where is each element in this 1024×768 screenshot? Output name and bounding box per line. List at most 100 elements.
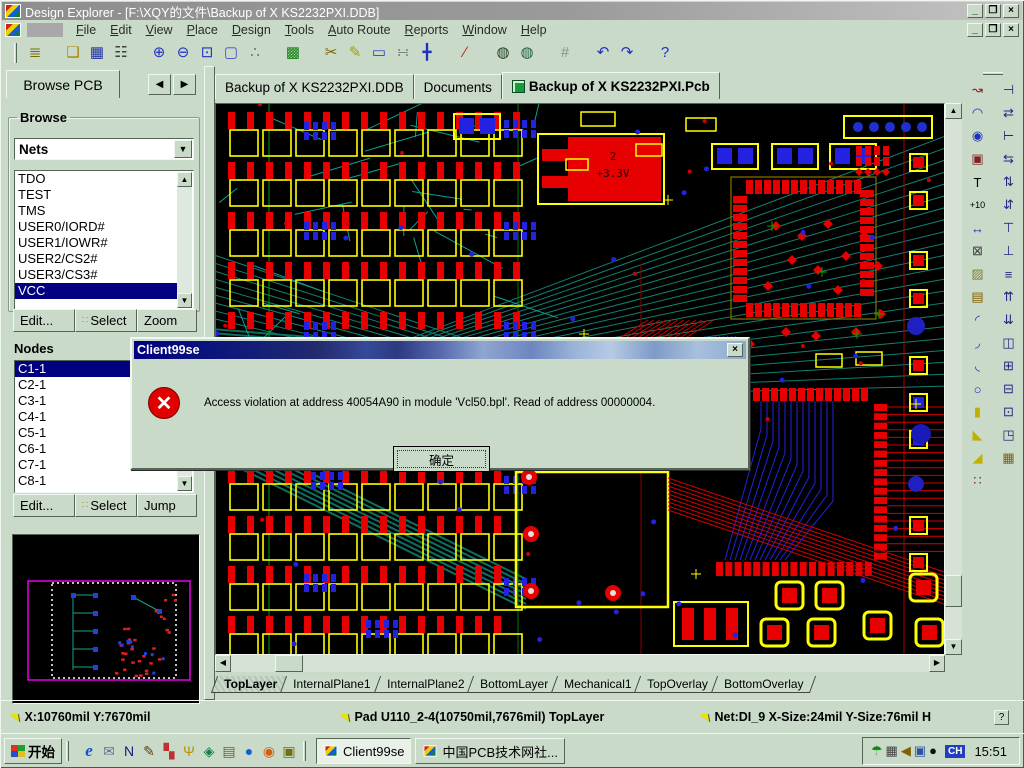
layer-tab-toplayer[interactable]: TopLayer bbox=[211, 676, 290, 693]
document-tab-backup-of-x-ks2232pxi-pcb[interactable]: Backup of X KS2232PXI.Pcb bbox=[502, 72, 720, 99]
task-button--pcb-[interactable]: 中国PCB技术网社... bbox=[415, 738, 565, 764]
start-button[interactable]: 开始 bbox=[4, 738, 62, 764]
scroll-down-icon[interactable]: ▼ bbox=[177, 293, 192, 308]
align-right-icon[interactable]: ⊢ bbox=[998, 127, 1020, 145]
layer-tab-bottomoverlay[interactable]: BottomOverlay bbox=[711, 676, 817, 693]
layer-tab-internalplane2[interactable]: InternalPlane2 bbox=[373, 676, 477, 693]
net-item[interactable]: TMS bbox=[15, 203, 177, 219]
align-bottom-icon[interactable]: ⊥ bbox=[998, 242, 1020, 260]
antivirus-umbrella-icon[interactable]: ☂ bbox=[871, 743, 883, 758]
panel-scroll-right-button[interactable]: ▶ bbox=[173, 74, 196, 95]
arrange-outside-icon[interactable]: ⊞ bbox=[998, 357, 1020, 375]
layer-tab-mechanical1[interactable]: Mechanical1 bbox=[551, 676, 645, 693]
via-icon[interactable]: ◉ bbox=[967, 127, 989, 145]
align-to-grid-icon[interactable]: ◳ bbox=[998, 426, 1020, 444]
paint-icon[interactable]: ▚ bbox=[159, 740, 179, 762]
menu-design[interactable]: Design bbox=[225, 22, 278, 38]
select-area-icon[interactable]: ▭ bbox=[367, 41, 391, 63]
anchor-tool-icon[interactable]: Ψ bbox=[179, 740, 199, 762]
pad-icon[interactable]: ▣ bbox=[967, 150, 989, 168]
scheduler-icon[interactable]: ▣ bbox=[279, 740, 299, 762]
center-vertical-icon[interactable]: ≡ bbox=[998, 265, 1020, 283]
input-language-indicator[interactable]: CH bbox=[945, 745, 965, 758]
net-item[interactable]: USER0/IORD# bbox=[15, 219, 177, 235]
restore-button[interactable]: ❐ bbox=[985, 4, 1001, 18]
menu-tools[interactable]: Tools bbox=[278, 22, 321, 38]
nets-zoom-button[interactable]: Zoom bbox=[137, 309, 197, 332]
scroll-left-icon[interactable]: ◀ bbox=[215, 655, 231, 672]
netscape-icon[interactable]: N bbox=[119, 740, 139, 762]
fill-icon[interactable]: ▨ bbox=[967, 265, 989, 283]
menu-place[interactable]: Place bbox=[180, 22, 225, 38]
child-minimize-button[interactable]: _ bbox=[967, 23, 983, 37]
document-icon[interactable] bbox=[5, 23, 21, 37]
chevron-down-icon[interactable]: ▼ bbox=[174, 140, 192, 158]
arrange-components-icon[interactable]: ◫ bbox=[998, 334, 1020, 352]
pad-array-icon[interactable]: ∷ bbox=[967, 472, 989, 490]
volume-icon[interactable]: ◀ bbox=[901, 743, 911, 758]
increase-spacing-icon[interactable]: ⇈ bbox=[998, 288, 1020, 306]
nodes-jump-button[interactable]: Jump bbox=[137, 494, 197, 517]
document-tree-icon[interactable]: ≣ bbox=[23, 41, 47, 63]
nodes-edit-button[interactable]: Edit... bbox=[13, 494, 75, 517]
journal-icon[interactable]: ✎ bbox=[139, 740, 159, 762]
placement-wizard-icon[interactable]: ▦ bbox=[998, 449, 1020, 467]
align-top-icon[interactable]: ⊤ bbox=[998, 219, 1020, 237]
polygon-plane-icon[interactable]: ◣ bbox=[967, 426, 989, 444]
arc-any-angle-icon[interactable]: ◟ bbox=[967, 357, 989, 375]
menu-edit[interactable]: Edit bbox=[103, 22, 139, 38]
dimension-icon[interactable]: ↔ bbox=[967, 219, 989, 237]
menu-help[interactable]: Help bbox=[514, 22, 554, 38]
knife-icon[interactable]: ✂ bbox=[319, 41, 343, 63]
save-icon[interactable]: ▦ bbox=[85, 41, 109, 63]
close-button[interactable]: × bbox=[1003, 4, 1019, 18]
world-icon[interactable]: ◈ bbox=[199, 740, 219, 762]
keyboard-icon[interactable]: ▤ bbox=[219, 740, 239, 762]
move-object-icon[interactable]: ╋ bbox=[415, 41, 439, 63]
net-item[interactable]: USER2/CS2# bbox=[15, 251, 177, 267]
toolbar-grab-handle[interactable] bbox=[983, 72, 1003, 75]
canvas-horizontal-scrollbar[interactable]: ◀ ▶ bbox=[215, 655, 945, 672]
net-item[interactable]: VCC bbox=[15, 283, 177, 299]
minimize-button[interactable]: _ bbox=[967, 4, 983, 18]
layer-tab-internalplane1[interactable]: InternalPlane1 bbox=[280, 676, 384, 693]
ok-button[interactable]: 确定 bbox=[393, 446, 490, 472]
net-item[interactable]: TDO bbox=[15, 171, 177, 187]
grid-toggle-icon[interactable]: # bbox=[553, 42, 577, 64]
zoom-out-icon[interactable]: ⊖ bbox=[171, 41, 195, 63]
browse-mode-combobox[interactable]: Nets ▼ bbox=[14, 138, 194, 160]
wizard-pen-icon[interactable]: ∕ bbox=[453, 42, 477, 64]
arc-3point-icon[interactable]: ◞ bbox=[967, 334, 989, 352]
layer-tab-bottomlayer[interactable]: BottomLayer bbox=[467, 676, 561, 693]
internet-explorer-icon[interactable]: e bbox=[79, 740, 99, 762]
toolbar-grab-handle[interactable] bbox=[14, 43, 17, 63]
board-preview-panel[interactable] bbox=[12, 534, 200, 704]
decrease-spacing-icon[interactable]: ⇊ bbox=[998, 311, 1020, 329]
three-d-view-alt-icon[interactable]: ◍ bbox=[515, 41, 539, 63]
error-dialog-title-bar[interactable]: Client99se × bbox=[134, 341, 746, 359]
scroll-right-icon[interactable]: ▶ bbox=[929, 655, 945, 672]
layer-tab-topoverlay[interactable]: TopOverlay bbox=[634, 676, 721, 693]
zoom-point-icon[interactable]: ∴ bbox=[243, 41, 267, 63]
interactive-track-icon[interactable]: ↝ bbox=[967, 81, 989, 99]
board-view-icon[interactable]: ▩ bbox=[281, 41, 305, 63]
scroll-up-icon[interactable]: ▲ bbox=[177, 172, 192, 187]
undo-icon[interactable]: ↶ bbox=[591, 41, 615, 63]
zoom-in-icon[interactable]: ⊕ bbox=[147, 41, 171, 63]
nodes-select-button[interactable]: ∷Select bbox=[75, 494, 137, 517]
child-close-button[interactable]: × bbox=[1003, 23, 1019, 37]
print-icon[interactable]: ☷ bbox=[109, 41, 133, 63]
network-icon[interactable]: ▣ bbox=[914, 743, 926, 758]
shuffle-vertical-icon[interactable]: ⇵ bbox=[998, 196, 1020, 214]
title-bar[interactable]: Design Explorer - [F:\XQY的文件\Backup of X… bbox=[2, 2, 1022, 20]
coordinate-icon[interactable]: +10 bbox=[967, 196, 989, 214]
panel-scroll-left-button[interactable]: ◀ bbox=[148, 74, 171, 95]
media-player-icon[interactable]: ◉ bbox=[259, 740, 279, 762]
zoom-document-icon[interactable]: ⊡ bbox=[195, 41, 219, 63]
arc-center-icon[interactable]: ◜ bbox=[967, 311, 989, 329]
space-vertical-icon[interactable]: ⇅ bbox=[998, 173, 1020, 191]
nets-edit-button[interactable]: Edit... bbox=[13, 309, 75, 332]
horizontal-scroll-thumb[interactable] bbox=[275, 655, 303, 672]
menu-auto-route[interactable]: Auto Route bbox=[321, 22, 398, 38]
tab-browse-pcb[interactable]: Browse PCB bbox=[6, 70, 120, 98]
